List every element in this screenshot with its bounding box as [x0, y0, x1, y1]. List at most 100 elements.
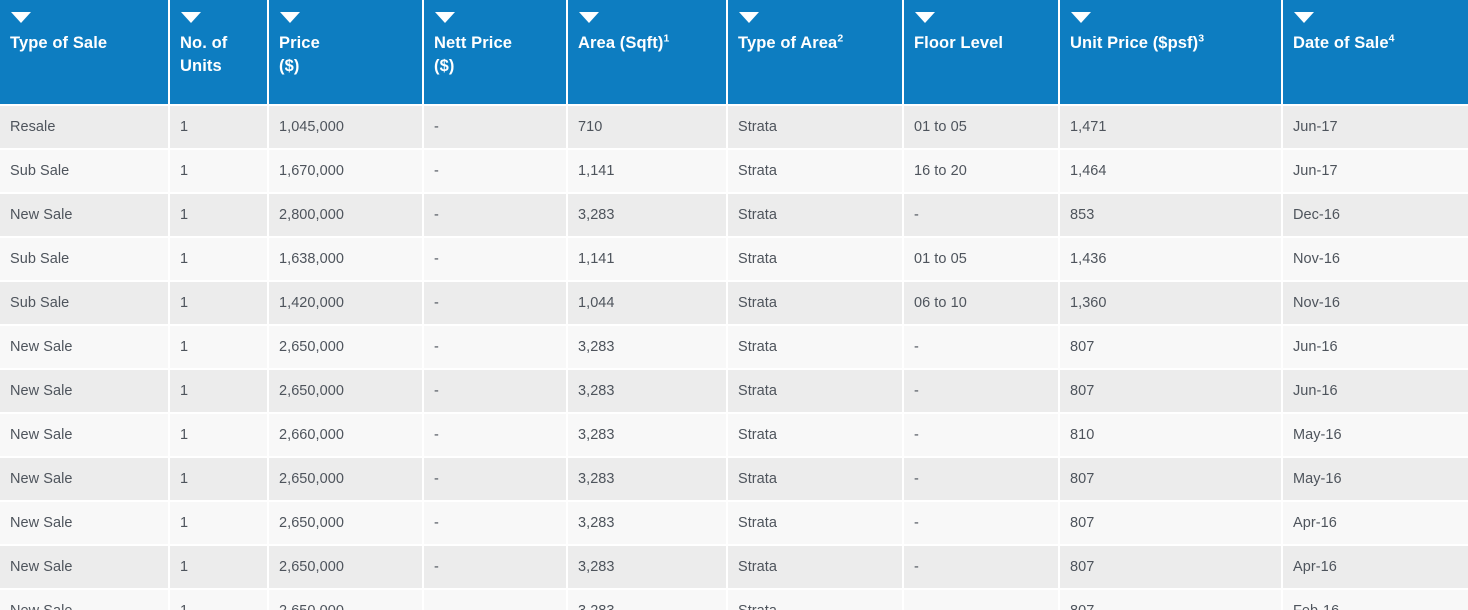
- table-row[interactable]: New Sale12,650,000-3,283Strata-807Feb-16: [0, 590, 1468, 610]
- cell-floor-level: 01 to 05: [904, 238, 1060, 282]
- cell-area-sqft: 3,283: [568, 546, 728, 590]
- chevron-down-icon[interactable]: [181, 12, 201, 23]
- cell-area-sqft: 1,141: [568, 150, 728, 194]
- cell-unit-price-psf: 810: [1060, 414, 1283, 458]
- cell-no-of-units: 1: [170, 458, 269, 502]
- cell-nett-price: -: [424, 590, 568, 610]
- table-row[interactable]: Sub Sale 1 1,638,000-1,141 Strata 01 to 05 1,…: [0, 238, 1468, 282]
- cell-nett-price: -: [424, 370, 568, 414]
- table-row[interactable]: New Sale 1 2,650,000-3,283 Strata -807 Apr-16: [0, 502, 1468, 546]
- column-header-nett-price[interactable]: Nett Price ($): [424, 0, 568, 106]
- cell-floor-level: -: [904, 326, 1060, 370]
- table-row[interactable]: New Sale 1 2,650,000-3,283 Strata -807 Jun-16: [0, 326, 1468, 370]
- chevron-down-icon[interactable]: [915, 12, 935, 23]
- cell-date-of-sale: Jun-16: [1283, 326, 1468, 370]
- cell-type-of-area: Strata: [728, 414, 904, 458]
- column-header-label: No. of Units: [180, 34, 228, 76]
- cell-no-of-units: 1: [170, 590, 269, 610]
- cell-no-of-units: 1: [170, 238, 269, 282]
- cell-area-sqft: 3,283: [568, 194, 728, 238]
- cell-type-of-area: Strata: [728, 326, 904, 370]
- column-header-unit-price-psf[interactable]: Unit Price ($psf)3: [1060, 0, 1283, 106]
- column-header-inner: Type of Area2: [728, 0, 902, 96]
- cell-floor-level: -: [904, 502, 1060, 546]
- cell-unit-price-psf: 807: [1060, 370, 1283, 414]
- cell-date-of-sale: Dec-16: [1283, 194, 1468, 238]
- column-header-label: Area (Sqft)1: [578, 32, 670, 52]
- chevron-down-icon[interactable]: [1294, 12, 1314, 23]
- cell-type-of-sale: Sub Sale: [0, 282, 170, 326]
- table-row[interactable]: Sub Sale 1 1,420,000-1,044 Strata 06 to 10 1,…: [0, 282, 1468, 326]
- cell-type-of-area: Strata: [728, 546, 904, 590]
- cell-type-of-area: Strata: [728, 106, 904, 150]
- cell-price: 1,420,000: [269, 282, 424, 326]
- table-row[interactable]: New Sale 1 2,650,000-3,283 Strata -807 Apr-16: [0, 546, 1468, 590]
- cell-floor-level: -: [904, 590, 1060, 610]
- cell-type-of-area: Strata: [728, 502, 904, 546]
- cell-type-of-sale: Resale: [0, 106, 170, 150]
- cell-floor-level: -: [904, 370, 1060, 414]
- cell-price: 2,650,000: [269, 546, 424, 590]
- cell-type-of-sale: New Sale: [0, 370, 170, 414]
- cell-date-of-sale: Nov-16: [1283, 238, 1468, 282]
- cell-area-sqft: 3,283: [568, 458, 728, 502]
- cell-date-of-sale: May-16: [1283, 414, 1468, 458]
- cell-price: 1,670,000: [269, 150, 424, 194]
- column-header-area-sqft[interactable]: Area (Sqft)1: [568, 0, 728, 106]
- cell-type-of-area: Strata: [728, 150, 904, 194]
- cell-price: 2,660,000: [269, 414, 424, 458]
- cell-date-of-sale: May-16: [1283, 458, 1468, 502]
- chevron-down-icon[interactable]: [579, 12, 599, 23]
- cell-unit-price-psf: 807: [1060, 590, 1283, 610]
- cell-floor-level: -: [904, 194, 1060, 238]
- cell-area-sqft: 3,283: [568, 414, 728, 458]
- cell-date-of-sale: Feb-16: [1283, 590, 1468, 610]
- chevron-down-icon[interactable]: [1071, 12, 1091, 23]
- cell-type-of-area: Strata: [728, 282, 904, 326]
- cell-floor-level: 01 to 05: [904, 106, 1060, 150]
- cell-price: 2,650,000: [269, 502, 424, 546]
- cell-area-sqft: 710: [568, 106, 728, 150]
- cell-no-of-units: 1: [170, 326, 269, 370]
- chevron-down-icon[interactable]: [280, 12, 300, 23]
- column-header-date-of-sale[interactable]: Date of Sale4: [1283, 0, 1468, 106]
- cell-unit-price-psf: 807: [1060, 502, 1283, 546]
- cell-floor-level: 06 to 10: [904, 282, 1060, 326]
- cell-type-of-sale: Sub Sale: [0, 238, 170, 282]
- cell-no-of-units: 1: [170, 106, 269, 150]
- column-header-type-of-sale[interactable]: Type of Sale: [0, 0, 170, 106]
- table-row[interactable]: Sub Sale 1 1,670,000-1,141 Strata 16 to 20 1,…: [0, 150, 1468, 194]
- column-header-footnote-marker: 2: [837, 32, 844, 45]
- chevron-down-icon[interactable]: [435, 12, 455, 23]
- cell-type-of-sale: New Sale: [0, 590, 170, 610]
- cell-nett-price: -: [424, 194, 568, 238]
- cell-price: 1,638,000: [269, 238, 424, 282]
- column-header-footnote-marker: 1: [663, 32, 670, 45]
- column-header-label: Nett Price ($): [434, 34, 513, 76]
- cell-nett-price: -: [424, 282, 568, 326]
- table-row[interactable]: Resale 1 1,045,000-710 Strata 01 to 05 1,471 J…: [0, 106, 1468, 150]
- cell-type-of-area: Strata: [728, 590, 904, 610]
- cell-no-of-units: 1: [170, 282, 269, 326]
- cell-unit-price-psf: 1,471: [1060, 106, 1283, 150]
- cell-no-of-units: 1: [170, 194, 269, 238]
- column-header-floor-level[interactable]: Floor Level: [904, 0, 1060, 106]
- column-header-inner: No. of Units: [170, 0, 267, 96]
- cell-type-of-sale: New Sale: [0, 502, 170, 546]
- chevron-down-icon[interactable]: [739, 12, 759, 23]
- cell-nett-price: -: [424, 414, 568, 458]
- column-header-type-of-area[interactable]: Type of Area2: [728, 0, 904, 106]
- table-row[interactable]: New Sale 1 2,650,000-3,283 Strata -807 May-16: [0, 458, 1468, 502]
- cell-type-of-sale: New Sale: [0, 326, 170, 370]
- chevron-down-icon[interactable]: [11, 12, 31, 23]
- column-header-price[interactable]: Price ($): [269, 0, 424, 106]
- table-header: Type of Sale No. of Units Price ($) Nett Pr…: [0, 0, 1468, 106]
- cell-price: 2,650,000: [269, 458, 424, 502]
- cell-type-of-sale: Sub Sale: [0, 150, 170, 194]
- column-header-no-of-units[interactable]: No. of Units: [170, 0, 269, 106]
- cell-price: 2,650,000: [269, 590, 424, 610]
- table-row[interactable]: New Sale 1 2,800,000-3,283 Strata -853 Dec-16: [0, 194, 1468, 238]
- table-row[interactable]: New Sale 1 2,660,000-3,283 Strata -810 May-16: [0, 414, 1468, 458]
- cell-date-of-sale: Jun-17: [1283, 106, 1468, 150]
- table-row[interactable]: New Sale 1 2,650,000-3,283 Strata -807 Jun-16: [0, 370, 1468, 414]
